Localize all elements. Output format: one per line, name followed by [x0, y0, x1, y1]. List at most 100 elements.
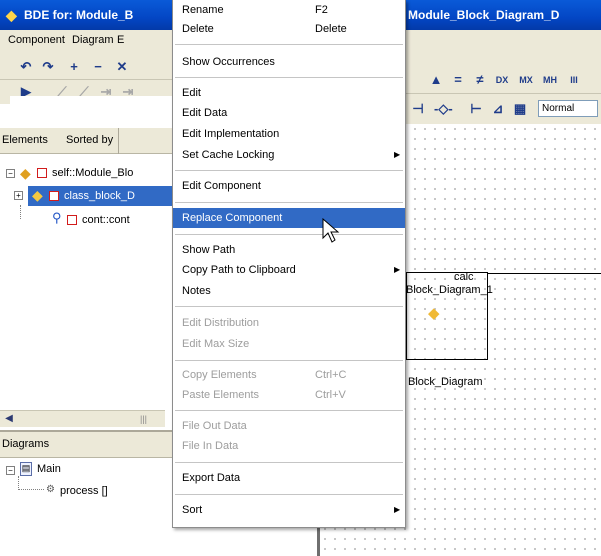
grid-line-icon[interactable]: ⊢ — [468, 101, 484, 117]
menu-item-paste-elements[interactable]: Paste Elements Ctrl+V — [173, 385, 405, 405]
block-caption: Block_Diagram — [408, 376, 483, 388]
collapse-icon[interactable]: − — [6, 169, 15, 178]
menu-item-shortcut: Ctrl+C — [315, 369, 347, 381]
chart-icon[interactable]: ⊿ — [490, 101, 506, 117]
menu-item-label: File In Data — [182, 440, 239, 452]
diagrams-title: Diagrams — [2, 438, 50, 450]
menu-item-sort[interactable]: Sort ▶ — [173, 500, 405, 520]
menu-separator — [175, 77, 403, 78]
app-logo-icon: ◆ — [6, 7, 17, 23]
undo-icon[interactable]: ↶ — [18, 59, 34, 75]
menu-item-notes[interactable]: Notes — [173, 281, 405, 301]
menu-item-rename[interactable]: Rename F2 — [173, 0, 405, 20]
menu-item-label: Set Cache Locking — [182, 149, 275, 161]
cut-icon[interactable]: ✕ — [114, 59, 130, 75]
zoom-select-value: Normal — [542, 103, 575, 114]
component-icon: ◆ — [20, 165, 31, 181]
menu-item-delete[interactable]: Delete Delete — [173, 19, 405, 39]
diagram-item-label: Main — [37, 463, 61, 475]
bars-icon[interactable]: III — [566, 72, 582, 88]
menu-component[interactable]: Component — [8, 34, 65, 46]
menu-item-edit-implementation[interactable]: Edit Implementation — [173, 124, 405, 144]
select-icon[interactable]: ▲ — [428, 72, 444, 88]
elements-horizontal-scrollbar[interactable]: ◀ ||| — [0, 410, 165, 427]
menu-item-file-out-data[interactable]: File Out Data — [173, 416, 405, 436]
menu-item-shortcut: Delete — [315, 23, 347, 35]
checkbox-icon[interactable] — [67, 215, 77, 225]
menu-separator — [175, 410, 403, 411]
menu-separator — [175, 44, 403, 45]
remove-icon[interactable]: − — [90, 59, 106, 75]
menu-separator — [175, 306, 403, 307]
menu-item-label: Rename — [182, 4, 224, 16]
menu-item-label: Edit Implementation — [182, 128, 280, 140]
menu-item-edit[interactable]: Edit — [173, 83, 405, 103]
mx-icon[interactable]: MX — [518, 72, 534, 88]
menu-bar-right — [406, 30, 601, 54]
tree-item-class-block[interactable]: + ◆ class_block_D — [6, 186, 172, 206]
toolbar-1: ↶ ↷ + − ✕ — [0, 54, 172, 80]
toolbar-right-1: ▲ = ≠ DX MX MH III — [406, 54, 601, 94]
menu-item-edit-component[interactable]: Edit Component — [173, 176, 405, 196]
block-connection-line — [488, 273, 601, 274]
collapse-icon[interactable]: − — [6, 466, 15, 475]
left-pane-bottom-border — [0, 430, 172, 432]
diagram-window-title: Module_Block_Diagram_D — [408, 8, 560, 22]
menu-item-edit-distribution[interactable]: Edit Distribution — [173, 313, 405, 333]
scroll-thumb[interactable]: ||| — [140, 414, 147, 424]
block-component-icon: ◆ — [32, 187, 43, 203]
mh-icon[interactable]: MH — [542, 72, 558, 88]
menu-item-label: Replace Component — [182, 212, 283, 224]
menu-item-set-cache-locking[interactable]: Set Cache Locking ▶ — [173, 145, 405, 165]
port-icon[interactable]: ⊣ — [410, 101, 426, 117]
signal-icon: ⚲ — [52, 210, 62, 225]
block-label-name: calc — [454, 271, 474, 283]
menu-separator — [175, 202, 403, 203]
menu-item-label: Edit Component — [182, 180, 261, 192]
menu-item-label: File Out Data — [182, 420, 247, 432]
menu-item-label: Show Occurrences — [182, 56, 275, 68]
menu-item-edit-data[interactable]: Edit Data — [173, 103, 405, 123]
menu-item-label: Notes — [182, 285, 211, 297]
node-icon[interactable]: -◇- — [434, 101, 453, 117]
scroll-left-icon[interactable]: ◀ — [2, 412, 16, 426]
menu-separator — [175, 494, 403, 495]
menu-item-shortcut: Ctrl+V — [315, 389, 346, 401]
menu-item-edit-max-size[interactable]: Edit Max Size — [173, 334, 405, 354]
menu-item-show-occurrences[interactable]: Show Occurrences — [173, 52, 405, 72]
context-menu: Rename F2 Delete Delete Show Occurrences E… — [172, 0, 406, 528]
zoom-select[interactable]: Normal — [538, 100, 598, 117]
menu-item-copy-elements[interactable]: Copy Elements Ctrl+C — [173, 365, 405, 385]
diagram-icon: ▤ — [20, 462, 32, 476]
not-equal-icon[interactable]: ≠ — [472, 72, 488, 88]
add-icon[interactable]: + — [66, 59, 82, 75]
menu-item-label: Paste Elements — [182, 389, 260, 401]
elements-panel-header: Elements Sorted by — [0, 128, 172, 154]
tab-elements[interactable]: Elements — [2, 134, 48, 146]
redo-icon[interactable]: ↷ — [40, 59, 56, 75]
tree-connector — [18, 476, 44, 490]
menu-e[interactable]: E — [117, 34, 124, 46]
checkbox-icon[interactable] — [37, 168, 47, 178]
window-title: BDE for: Module_B — [24, 8, 134, 22]
menu-item-copy-path[interactable]: Copy Path to Clipboard ▶ — [173, 260, 405, 280]
checkbox-icon[interactable] — [49, 191, 59, 201]
menu-bar: Component Diagram E — [0, 30, 172, 54]
diagram-item-label: process [] — [60, 485, 108, 497]
menu-separator — [175, 360, 403, 361]
toolbar-right-2: ⊣ -◇- ⊢ ⊿ ▦ Normal — [406, 94, 601, 124]
expand-icon[interactable]: + — [14, 191, 23, 200]
dx-icon[interactable]: DX — [494, 72, 510, 88]
equals-icon[interactable]: = — [450, 72, 466, 88]
title-bar-left: ◆ BDE for: Module_B — [0, 0, 172, 30]
menu-item-label: Edit — [182, 87, 201, 99]
menu-item-file-in-data[interactable]: File In Data — [173, 436, 405, 456]
tab-sorted-by[interactable]: Sorted by — [66, 134, 113, 146]
table-icon[interactable]: ▦ — [512, 101, 528, 117]
menu-item-replace-component[interactable]: Replace Component — [173, 208, 405, 228]
mouse-cursor-icon — [322, 218, 340, 243]
menu-diagram[interactable]: Diagram — [72, 34, 114, 46]
block-component-icon: ◆ — [428, 305, 440, 322]
menu-item-show-path[interactable]: Show Path — [173, 240, 405, 260]
menu-item-export-data[interactable]: Export Data — [173, 468, 405, 488]
